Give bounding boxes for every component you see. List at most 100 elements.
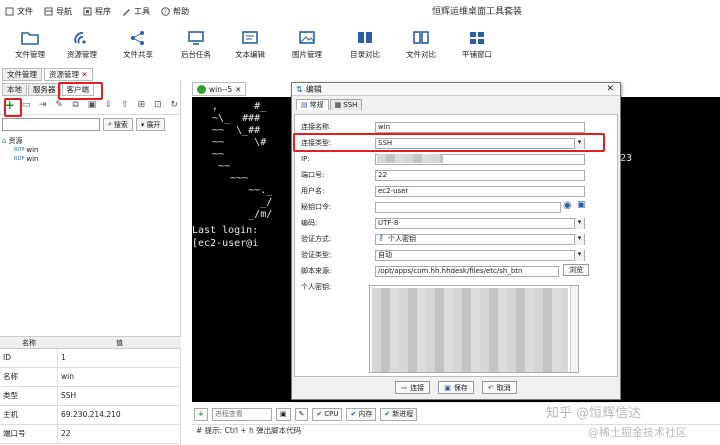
monitor-icon [188,31,204,45]
conn-name-row: 连接名称: win [301,121,611,133]
password-field[interactable] [375,201,561,213]
svg-text:?: ? [163,9,166,16]
table-row: ID 1 [0,349,181,368]
auth-type-select[interactable]: 自动 [375,249,585,261]
conn-name-field[interactable]: win [375,121,585,133]
tab-local[interactable]: 本地 [2,83,27,96]
edit-icon[interactable]: ✎ [53,99,64,111]
folder-icon [21,32,39,45]
rdp-icon: RDP [14,146,25,153]
resource-manager-button[interactable]: 资源管理 [52,26,112,66]
file-manager-button[interactable]: 文件管理 [0,26,60,66]
tree-item[interactable]: RDP win [2,154,180,163]
background-tasks-button[interactable]: 后台任务 [166,26,226,66]
expand-button[interactable]: ▾ 展开 [135,118,166,131]
refresh-icon[interactable]: ↻ [169,99,180,111]
new-folder-icon[interactable]: ▭ [20,99,31,111]
move-down-icon[interactable]: ⇩ [103,99,114,111]
eye-icon[interactable]: ◉ [563,200,572,211]
check-icon: ✔ [384,410,391,418]
scrollbar[interactable] [570,286,578,372]
terminal-line: ~~._ [200,185,273,196]
lock-icon[interactable]: ▣ [577,200,586,210]
new-process-button[interactable]: ✔ 新进程 [380,407,418,421]
redacted-key [372,288,568,372]
menu-program[interactable]: 程序 [82,6,111,17]
import-icon[interactable]: ⇥ [37,99,48,111]
save-icon: ▣ [444,383,451,392]
terminal-tab-bar: win--5 ✕ [192,82,247,96]
close-icon[interactable]: ✕ [81,70,87,79]
auth-method-select[interactable]: 个人密钥 [375,233,585,245]
status-icon [197,84,206,94]
dialog-title-bar: ⇅ 编辑 [292,83,620,96]
encoding-select[interactable]: UTF-8 [375,217,585,229]
terminal-line: _/ [200,197,273,208]
delete-icon[interactable]: ▣ [86,99,97,111]
private-key-textarea[interactable] [369,285,579,373]
terminal-tab[interactable]: win--5 ✕ [192,82,247,96]
edit-button[interactable]: ✎ [294,407,309,421]
cpu-button[interactable]: ✔ CPU [312,407,343,421]
script-source-field[interactable]: /opt/apps/com.hh.hhdesk/files/etc/sh_btn [375,265,559,277]
file-compare-button[interactable]: 文件对比 [391,26,451,66]
terminal-line: , #_ [200,101,267,112]
highlight-add-button [4,98,22,117]
search-button[interactable]: ⌕ 搜索 [103,118,133,131]
search-input[interactable] [2,118,100,131]
tree-root[interactable]: ⌂ 资源 [2,136,180,145]
key-icon: ⚷ [378,233,384,242]
table-row: 类型 SSH [0,387,181,406]
export-icon[interactable]: ⊞ [136,99,147,111]
tab-server[interactable]: 服务器 [28,83,61,96]
auth-type-row: 验证类型: 自动 [301,249,611,261]
rdp-icon: RDP [14,155,25,162]
connect-button[interactable]: ⇨ 连接 [395,381,431,394]
home-icon: ⌂ [2,136,7,145]
image-manager-button[interactable]: 图片管理 [277,26,337,66]
close-icon[interactable]: ✕ [235,85,241,94]
close-icon[interactable]: ✕ [606,84,614,94]
help-icon: ? [160,6,170,16]
copy-icon[interactable]: ⧉ [70,99,81,111]
program-icon [82,6,92,16]
process-input[interactable] [211,407,272,421]
dialog-tabs: ▤ 常规 ▦ SSH [292,96,620,110]
left-panel: 本地 服务器 客户端 + ▭ ⇥ ✎ ⧉ ▣ ⇩ ⇧ ⊞ ⊡ ↻ ⌕ 搜索 ▾ 展开… [0,81,181,445]
menu-help[interactable]: ? 帮助 [160,6,189,17]
highlight-conn-type [293,133,605,152]
general-icon: ▤ [301,101,308,109]
properties-header: 名称 值 [0,336,181,349]
text-edit-button[interactable]: 文本编辑 [220,26,280,66]
dir-compare-button[interactable]: 目录对比 [335,26,395,66]
table-row: 名称 win [0,368,181,387]
tab-general[interactable]: ▤ 常规 [296,99,329,110]
browse-button[interactable]: 浏览 [563,264,589,276]
memory-button[interactable]: ✔ 内存 [346,407,377,421]
upload-icon[interactable]: ⇧ [119,99,130,111]
tab-ssh[interactable]: ▦ SSH [329,99,363,110]
terminal-line: ~~ \_## [200,125,261,136]
menu-navigation[interactable]: 导航 [43,6,72,17]
table-row: 端口号 22 [0,425,181,444]
tab-file-manager[interactable]: 文件管理 [2,68,42,81]
username-field[interactable]: ec2-user [375,185,585,197]
dialog-app-icon: ⇅ [296,84,303,94]
menu-file[interactable]: 文件 [4,6,33,17]
file-icon [4,6,14,16]
add-button[interactable]: + [194,407,208,421]
tree-item[interactable]: RDP win [2,145,180,154]
cancel-button[interactable]: ↶ 取消 [481,381,517,394]
terminal-line: [ec2-user@i [192,238,259,249]
tab-resource-manager[interactable]: 资源管理 ✕ [44,68,93,81]
properties-table: 名称 值 ID 1 名称 win 类型 SSH 主机 69.230.214.210 端口… [0,336,181,444]
port-field[interactable]: 22 [375,169,585,181]
file-share-button[interactable]: 文件共享 [108,26,168,66]
save-button[interactable]: ▣ 保存 [438,381,474,394]
config-icon[interactable]: ⊡ [152,99,163,111]
menu-tools[interactable]: 工具 [121,6,150,17]
ssh-icon: ▦ [334,101,342,109]
tile-window-button[interactable]: 平铺窗口 [447,26,507,66]
delete-button[interactable]: ▣ [275,407,291,421]
cancel-icon: ↶ [487,383,494,392]
